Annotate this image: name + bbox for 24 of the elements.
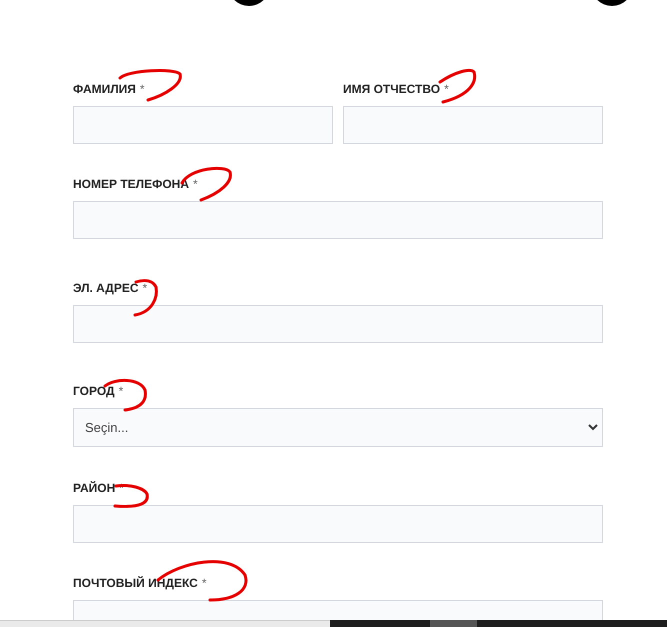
input-field[interactable] <box>73 106 333 144</box>
field-label: ГОРОД <box>73 384 115 398</box>
required-mark: * <box>140 82 145 96</box>
field-label: НОМЕР ТЕЛЕФОНА <box>73 177 190 191</box>
field-label: РАЙОН <box>73 481 116 495</box>
scrollbar-thumb[interactable] <box>430 620 477 627</box>
field-label: ЭЛ. АДРЕС <box>73 281 139 295</box>
input-field[interactable] <box>73 505 603 543</box>
required-mark: * <box>444 82 449 96</box>
required-mark: * <box>118 384 124 398</box>
annotation-scribble <box>114 484 149 508</box>
field-label: ПОЧТОВЫЙ ИНДЕКС <box>73 576 198 590</box>
annotation-scribble <box>438 68 476 104</box>
required-mark: * <box>142 281 148 295</box>
chevron-down-icon <box>588 424 598 431</box>
input-field[interactable] <box>73 305 603 343</box>
field-label: ФАМИЛИЯ <box>73 82 136 96</box>
input-field[interactable] <box>73 201 603 239</box>
field-label: ИМЯ ОТЧЕСТВО <box>343 82 440 96</box>
required-mark: * <box>193 177 198 191</box>
input-field[interactable] <box>343 106 603 144</box>
required-mark: * <box>202 576 206 590</box>
city-select[interactable]: Seçin... <box>73 408 603 447</box>
input-field[interactable] <box>73 600 603 620</box>
